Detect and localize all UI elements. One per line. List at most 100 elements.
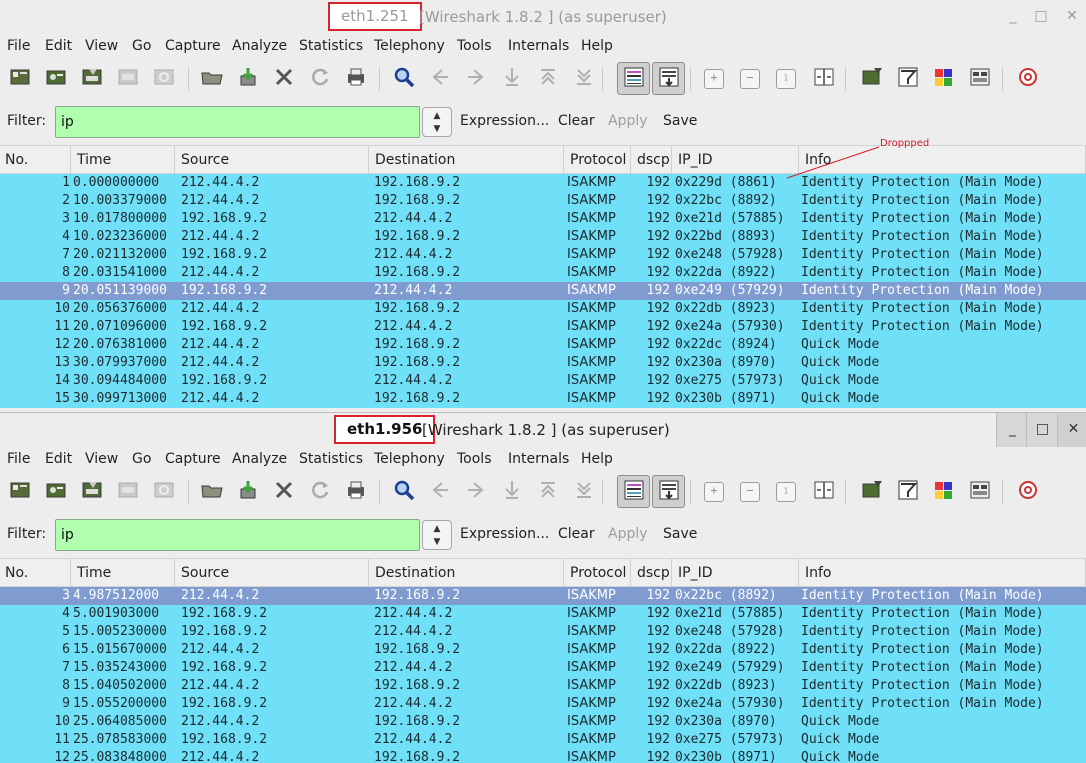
go-back-button[interactable]	[426, 65, 454, 93]
go-first-button[interactable]	[534, 65, 562, 93]
packet-row[interactable]: 9 15.055200000 192.168.9.2 212.44.4.2 ISAKMP…	[0, 695, 1086, 713]
packet-row[interactable]: 8 15.040502000 212.44.4.2 192.168.9.2 ISAKMP…	[0, 677, 1086, 695]
normal-size-button[interactable]: 1	[776, 482, 796, 502]
packet-row[interactable]: 8 20.031541000 212.44.4.2 192.168.9.2 ISAKMP…	[0, 264, 1086, 282]
auto-scroll-button[interactable]	[652, 475, 685, 508]
menu-capture[interactable]: Capture	[165, 34, 221, 59]
reload-button[interactable]	[306, 65, 334, 93]
restart-capture-button[interactable]	[150, 65, 178, 93]
resize-columns-button[interactable]	[810, 65, 838, 93]
colorize-button[interactable]	[617, 475, 650, 508]
go-back-button[interactable]	[426, 478, 454, 506]
reload-button[interactable]	[306, 478, 334, 506]
preferences-button[interactable]	[966, 65, 994, 93]
column-header-destination[interactable]: Destination	[370, 146, 564, 174]
column-header-dscp[interactable]: dscp	[632, 146, 672, 174]
column-header-protocol[interactable]: Protocol	[565, 146, 631, 174]
menu-file[interactable]: File	[7, 447, 30, 472]
menu-tools[interactable]: Tools	[457, 34, 492, 59]
packet-row[interactable]: 6 15.015670000 212.44.4.2 192.168.9.2 ISAKMP…	[0, 641, 1086, 659]
packet-row[interactable]: 3 10.017800000 192.168.9.2 212.44.4.2 ISAKMP…	[0, 210, 1086, 228]
packet-row[interactable]: 7 15.035243000 192.168.9.2 212.44.4.2 ISAKMP…	[0, 659, 1086, 677]
menu-help[interactable]: Help	[581, 34, 613, 59]
packet-row[interactable]: 2 10.003379000 212.44.4.2 192.168.9.2 ISAKMP…	[0, 192, 1086, 210]
apply-button[interactable]: Apply	[608, 113, 648, 129]
display-filters-button[interactable]	[894, 65, 922, 93]
clear-button[interactable]: Clear	[558, 113, 595, 129]
close-button[interactable]: ✕	[1057, 413, 1086, 447]
column-header-no[interactable]: No.	[0, 559, 71, 587]
interface-list-button[interactable]	[6, 478, 34, 506]
packet-row[interactable]: 7 20.021132000 192.168.9.2 212.44.4.2 ISAKMP…	[0, 246, 1086, 264]
go-forward-button[interactable]	[462, 65, 490, 93]
save-file-button[interactable]	[234, 65, 262, 93]
filter-input[interactable]: ip	[55, 106, 420, 138]
packet-row[interactable]: 4 5.001903000 192.168.9.2 212.44.4.2 ISAKMP 1…	[0, 605, 1086, 623]
menu-help[interactable]: Help	[581, 447, 613, 472]
menu-capture[interactable]: Capture	[165, 447, 221, 472]
menu-go[interactable]: Go	[132, 34, 151, 59]
menu-analyze[interactable]: Analyze	[232, 34, 287, 59]
coloring-rules-button[interactable]	[930, 478, 958, 506]
print-button[interactable]	[342, 478, 370, 506]
capture-filters-button[interactable]	[858, 478, 886, 506]
filter-input[interactable]: ip	[55, 519, 420, 551]
expression-button[interactable]: Expression...	[460, 526, 549, 542]
auto-scroll-button[interactable]	[652, 62, 685, 95]
packet-row[interactable]: 4 10.023236000 212.44.4.2 192.168.9.2 ISAKMP…	[0, 228, 1086, 246]
menu-edit[interactable]: Edit	[45, 34, 72, 59]
column-header-time[interactable]: Time	[72, 559, 175, 587]
go-to-packet-button[interactable]	[498, 478, 526, 506]
coloring-rules-button[interactable]	[930, 65, 958, 93]
packet-row[interactable]: 5 15.005230000 192.168.9.2 212.44.4.2 ISAKMP…	[0, 623, 1086, 641]
packet-row[interactable]: 9 20.051139000 192.168.9.2 212.44.4.2 ISAKMP…	[0, 282, 1086, 300]
start-capture-button[interactable]	[78, 478, 106, 506]
menu-telephony[interactable]: Telephony	[374, 34, 445, 59]
packet-row[interactable]: 10 25.064085000 212.44.4.2 192.168.9.2 ISAKM…	[0, 713, 1086, 731]
packet-row[interactable]: 11 20.071096000 192.168.9.2 212.44.4.2 ISAKM…	[0, 318, 1086, 336]
find-packet-button[interactable]	[390, 65, 418, 93]
column-header-no[interactable]: No.	[0, 146, 71, 174]
close-file-button[interactable]	[270, 65, 298, 93]
capture-filters-button[interactable]	[858, 65, 886, 93]
column-header-ip_id[interactable]: IP_ID	[673, 559, 799, 587]
close-file-button[interactable]	[270, 478, 298, 506]
packet-row[interactable]: 3 4.987512000 212.44.4.2 192.168.9.2 ISAKMP 1…	[0, 587, 1086, 605]
go-to-packet-button[interactable]	[498, 65, 526, 93]
title-bar[interactable]: eth1.251 [Wireshark 1.8.2 ] (as superuser…	[0, 0, 1086, 34]
zoom-in-button[interactable]	[704, 69, 724, 89]
go-last-button[interactable]	[570, 478, 598, 506]
packet-row[interactable]: 12 20.076381000 212.44.4.2 192.168.9.2 ISAKM…	[0, 336, 1086, 354]
menu-tools[interactable]: Tools	[457, 447, 492, 472]
menu-telephony[interactable]: Telephony	[374, 447, 445, 472]
save-button[interactable]: Save	[663, 113, 697, 129]
menu-internals[interactable]: Internals	[508, 34, 569, 59]
packet-row[interactable]: 12 25.083848000 212.44.4.2 192.168.9.2 ISAKM…	[0, 749, 1086, 763]
help-button[interactable]	[1014, 65, 1042, 93]
packet-row[interactable]: 1 0.000000000 212.44.4.2 192.168.9.2 ISAKMP 1…	[0, 174, 1086, 192]
zoom-out-button[interactable]	[740, 69, 760, 89]
expression-button[interactable]: Expression...	[460, 113, 549, 129]
column-header-destination[interactable]: Destination	[370, 559, 564, 587]
column-header-source[interactable]: Source	[176, 146, 369, 174]
minimize-button[interactable]: _	[996, 413, 1028, 447]
filter-history-dropdown[interactable]: ▲ ▼	[422, 520, 452, 550]
resize-columns-button[interactable]	[810, 478, 838, 506]
capture-options-button[interactable]	[42, 65, 70, 93]
packet-row[interactable]: 15 30.099713000 212.44.4.2 192.168.9.2 ISAKM…	[0, 390, 1086, 408]
menu-analyze[interactable]: Analyze	[232, 447, 287, 472]
title-bar[interactable]: eth1.956 [Wireshark 1.8.2 ] (as superuser…	[0, 413, 1086, 447]
menu-view[interactable]: View	[85, 34, 118, 59]
go-last-button[interactable]	[570, 65, 598, 93]
column-header-protocol[interactable]: Protocol	[565, 559, 631, 587]
interface-list-button[interactable]	[6, 65, 34, 93]
packet-row[interactable]: 13 30.079937000 212.44.4.2 192.168.9.2 ISAKM…	[0, 354, 1086, 372]
stop-capture-button[interactable]	[114, 478, 142, 506]
menu-go[interactable]: Go	[132, 447, 151, 472]
capture-options-button[interactable]	[42, 478, 70, 506]
maximize-button[interactable]: □	[1025, 0, 1057, 34]
find-packet-button[interactable]	[390, 478, 418, 506]
colorize-button[interactable]	[617, 62, 650, 95]
menu-statistics[interactable]: Statistics	[299, 34, 363, 59]
stop-capture-button[interactable]	[114, 65, 142, 93]
